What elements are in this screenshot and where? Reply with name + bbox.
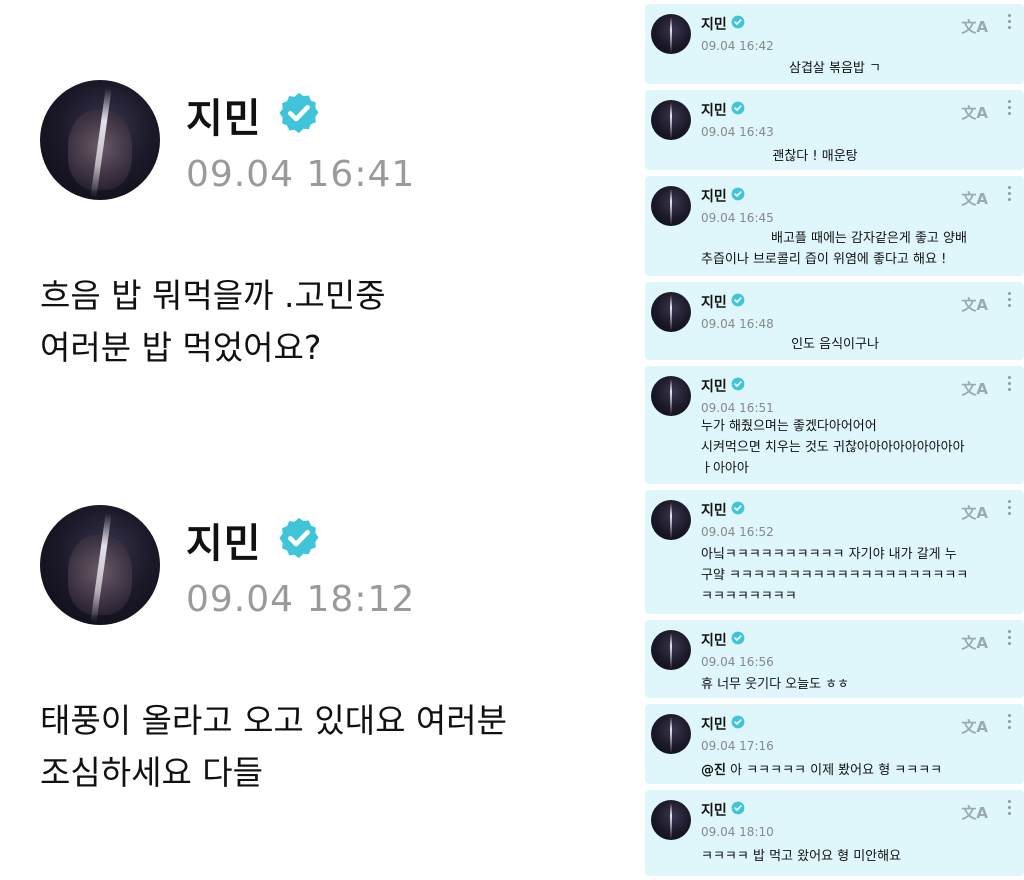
reply-card: 지민 09.04 16:56 文A 휴 너무 웃기다 오늘도 ㅎㅎ <box>645 620 1024 698</box>
reply-timestamp: 09.04 16:45 <box>701 211 774 225</box>
username[interactable]: 지민 <box>186 86 262 144</box>
more-vertical-icon[interactable] <box>1008 800 1014 818</box>
reply-timestamp: 09.04 16:52 <box>701 525 774 539</box>
avatar[interactable] <box>40 505 160 625</box>
avatar[interactable] <box>651 292 691 332</box>
more-vertical-icon[interactable] <box>1008 292 1014 310</box>
username[interactable]: 지민 <box>701 100 727 120</box>
more-vertical-icon[interactable] <box>1008 714 1014 732</box>
more-vertical-icon[interactable] <box>1008 500 1014 518</box>
reply-text: 삼겹살 볶음밥 ㄱ <box>789 61 881 76</box>
verified-badge-icon <box>731 377 745 391</box>
post-text: 태풍이 올라고 오고 있대요 여러분 조심하세요 다들 <box>40 701 507 792</box>
verified-badge-icon <box>731 15 745 29</box>
username[interactable]: 지민 <box>701 376 727 396</box>
translate-icon[interactable]: 文A <box>961 802 988 823</box>
reply-card: 지민 09.04 16:51 文A 누가 해줬으며는 좋겠다아어어어 시켜먹으면… <box>645 366 1024 484</box>
avatar[interactable] <box>651 100 691 140</box>
reply-card: 지민 09.04 16:43 文A 괜찮다 ! 매운탕 <box>645 90 1024 170</box>
verified-badge-icon <box>279 517 319 559</box>
username[interactable]: 지민 <box>186 511 262 569</box>
reply-text: 휴 너무 웃기다 오늘도 ㅎㅎ <box>701 677 850 692</box>
translate-icon[interactable]: 文A <box>961 632 988 653</box>
more-vertical-icon[interactable] <box>1008 186 1014 204</box>
reply-card: 지민 09.04 17:16 文A @진 아 ㅋㅋㅋㅋㅋ 이제 봤어요 형 ㅋㅋ… <box>645 704 1024 784</box>
verified-badge-icon <box>731 187 745 201</box>
mention-link[interactable]: @진 <box>701 763 726 778</box>
more-vertical-icon[interactable] <box>1008 376 1014 394</box>
reply-timestamp: 09.04 16:48 <box>701 317 774 331</box>
verified-badge-icon <box>731 631 745 645</box>
reply-text: 괜찮다 ! 매운탕 <box>772 149 858 164</box>
reply-timestamp: 09.04 16:43 <box>701 125 774 139</box>
reply-timestamp: 09.04 16:42 <box>701 39 774 53</box>
reply-text: 인도 음식이구나 <box>791 337 879 352</box>
reply-timestamp: 09.04 16:51 <box>701 401 774 415</box>
post-timestamp: 09.04 18:12 <box>186 579 416 620</box>
translate-icon[interactable]: 文A <box>961 102 988 123</box>
verified-badge-icon <box>731 715 745 729</box>
reply-timestamp: 09.04 16:56 <box>701 655 774 669</box>
translate-icon[interactable]: 文A <box>961 188 988 209</box>
translate-icon[interactable]: 文A <box>961 378 988 399</box>
username[interactable]: 지민 <box>701 630 727 650</box>
verified-badge-icon <box>731 101 745 115</box>
reply-text: ㅋㅋㅋㅋ 밥 먹고 왔어요 형 미안해요 <box>701 849 902 864</box>
verified-badge-icon <box>731 501 745 515</box>
verified-badge-icon <box>731 801 745 815</box>
avatar[interactable] <box>651 800 691 840</box>
username[interactable]: 지민 <box>701 500 727 520</box>
verified-badge-icon <box>731 293 745 307</box>
username[interactable]: 지민 <box>701 292 727 312</box>
reply-card: 지민 09.04 16:42 文A 삼겹살 볶음밥 ㄱ <box>645 4 1024 84</box>
left-posts-panel: 지민 09.04 16:41 흐음 밥 뭐먹을까 .고민중 여러분 밥 먹었어요… <box>0 0 640 880</box>
translate-icon[interactable]: 文A <box>961 716 988 737</box>
translate-icon[interactable]: 文A <box>961 294 988 315</box>
reply-text: @진 아 ㅋㅋㅋㅋㅋ 이제 봤어요 형 ㅋㅋㅋㅋ <box>701 763 943 778</box>
reply-text: 배고플 때에는 감자같은게 좋고 양배 추즙이나 브로콜리 즙이 위염에 좋다고… <box>701 231 967 267</box>
reply-card: 지민 09.04 16:52 文A 아닠ㅋㅋㅋㅋㅋㅋㅋㅋㅋㅋ 자기야 내가 갈게… <box>645 490 1024 614</box>
avatar[interactable] <box>651 186 691 226</box>
more-vertical-icon[interactable] <box>1008 100 1014 118</box>
post-timestamp: 09.04 16:41 <box>186 154 416 195</box>
verified-badge-icon <box>279 92 319 134</box>
username[interactable]: 지민 <box>701 186 727 206</box>
reply-card: 지민 09.04 16:48 文A 인도 음식이구나 <box>645 282 1024 360</box>
reply-list: 지민 09.04 16:42 文A 삼겹살 볶음밥 ㄱ 지민 09.04 16:… <box>645 0 1024 880</box>
post-text: 흐음 밥 뭐먹을까 .고민중 여러분 밥 먹었어요? <box>40 276 386 367</box>
username[interactable]: 지민 <box>701 714 727 734</box>
avatar[interactable] <box>651 630 691 670</box>
reply-timestamp: 09.04 17:16 <box>701 739 774 753</box>
avatar[interactable] <box>651 714 691 754</box>
reply-text: 아닠ㅋㅋㅋㅋㅋㅋㅋㅋㅋㅋ 자기야 내가 갈게 누 구얔 ㅋㅋㅋㅋㅋㅋㅋㅋㅋㅋㅋㅋ… <box>701 547 969 604</box>
username[interactable]: 지민 <box>701 14 727 34</box>
reply-timestamp: 09.04 18:10 <box>701 825 774 839</box>
reply-card: 지민 09.04 18:10 文A ㅋㅋㅋㅋ 밥 먹고 왔어요 형 미안해요 <box>645 790 1024 876</box>
translate-icon[interactable]: 文A <box>961 502 988 523</box>
username[interactable]: 지민 <box>701 800 727 820</box>
avatar[interactable] <box>40 80 160 200</box>
translate-icon[interactable]: 文A <box>961 16 988 37</box>
avatar[interactable] <box>651 376 691 416</box>
reply-text: 누가 해줬으며는 좋겠다아어어어 시켜먹으면 치우는 것도 귀찮아아아아아아아아… <box>701 419 965 476</box>
more-vertical-icon[interactable] <box>1008 630 1014 648</box>
more-vertical-icon[interactable] <box>1008 14 1014 32</box>
avatar[interactable] <box>651 500 691 540</box>
avatar[interactable] <box>651 14 691 54</box>
reply-card: 지민 09.04 16:45 文A 배고플 때에는 감자같은게 좋고 양배 추즙… <box>645 176 1024 276</box>
